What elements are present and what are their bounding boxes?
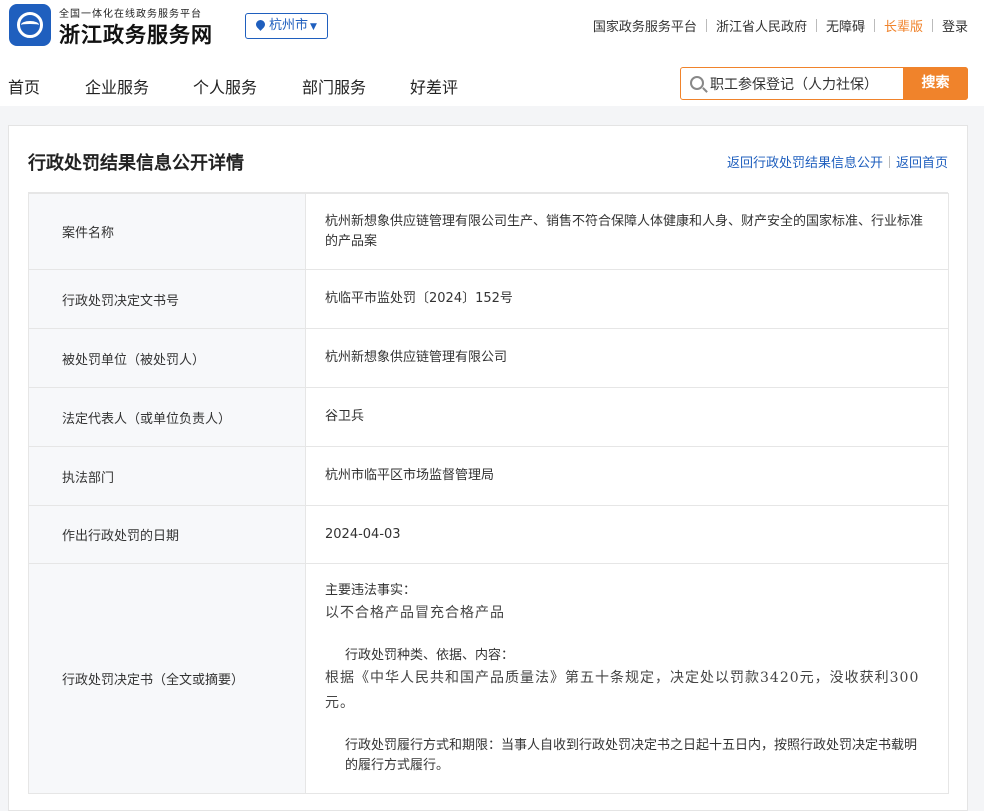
nav-home[interactable]: 首页 [8,74,40,98]
nav-enterprise-services[interactable]: 企业服务 [85,74,149,98]
nav-department-services[interactable]: 部门服务 [302,74,366,98]
row-label: 行政处罚决定文书号 [28,269,306,329]
brand-title[interactable]: 浙江政务服务网 [59,19,213,49]
penalty-info-table: 案件名称 杭州新想象供应链管理有限公司生产、销售不符合保障人体健康和人身、财产安… [28,193,949,794]
back-to-home-link[interactable]: 返回首页 [896,152,948,171]
table-row: 法定代表人（或单位负责人） 谷卫兵 [28,387,949,447]
top-header: 全国一体化在线政务服务平台 浙江政务服务网 杭州市 ▼ 国家政务服务平台 浙江省人… [0,0,984,52]
divider [888,155,890,168]
back-to-list-link[interactable]: 返回行政处罚结果信息公开 [727,152,883,171]
login-link[interactable]: 登录 [942,16,968,35]
table-row: 执法部门 杭州市临平区市场监督管理局 [28,446,949,506]
penalized-party-value: 杭州新想象供应链管理有限公司 [305,328,949,388]
divider [931,19,933,32]
row-label: 法定代表人（或单位负责人） [28,387,306,447]
row-label: 执法部门 [28,446,306,506]
facts-heading: 主要违法事实： [325,583,417,598]
site-logo-icon[interactable] [9,4,51,46]
legal-representative-value: 谷卫兵 [305,387,949,447]
back-links: 返回行政处罚结果信息公开 返回首页 [727,152,948,171]
link-elderly-version[interactable]: 长辈版 [884,16,923,35]
method-text: 行政处罚履行方式和期限：当事人自收到行政处罚决定书之日起十五日内，按照行政处罚决… [345,738,918,773]
table-row: 作出行政处罚的日期 2024-04-03 [28,505,949,564]
city-name: 杭州市 [269,18,309,33]
location-pin-icon [254,18,267,31]
case-name-value: 杭州新想象供应链管理有限公司生产、销售不符合保障人体健康和人身、财产安全的国家标… [305,193,949,270]
table-row: 被处罚单位（被处罚人） 杭州新想象供应链管理有限公司 [28,328,949,388]
top-links: 国家政务服务平台 浙江省人民政府 无障碍 长辈版 登录 [593,16,968,35]
basis-text: 根据《中华人民共和国产品质量法》第五十条规定，决定处以罚款3420元，没收获利3… [325,670,920,711]
table-row: 行政处罚决定书（全文或摘要） 主要违法事实： 以不合格产品冒充合格产品 行政处罚… [28,563,949,794]
link-accessibility[interactable]: 无障碍 [826,16,865,35]
caret-down-icon: ▼ [310,22,317,32]
search-button[interactable]: 搜索 [903,67,968,100]
enforcement-department-value: 杭州市临平区市场监督管理局 [305,446,949,506]
divider [705,19,707,32]
page-title: 行政处罚结果信息公开详情 [28,153,244,174]
link-national-platform[interactable]: 国家政务服务平台 [593,16,697,35]
nav-personal-services[interactable]: 个人服务 [193,74,257,98]
penalty-date-value: 2024-04-03 [305,505,949,564]
table-row: 案件名称 杭州新想象供应链管理有限公司生产、销售不符合保障人体健康和人身、财产安… [28,193,949,270]
city-selector[interactable]: 杭州市 ▼ [245,13,328,39]
row-label: 行政处罚决定书（全文或摘要） [28,563,306,794]
detail-panel: 行政处罚结果信息公开详情 返回行政处罚结果信息公开 返回首页 案件名称 杭州新想… [8,125,968,811]
brand-subtitle: 全国一体化在线政务服务平台 [59,9,202,20]
basis-heading: 行政处罚种类、依据、内容： [345,648,515,663]
row-label: 被处罚单位（被处罚人） [28,328,306,388]
search-input[interactable] [710,68,902,99]
link-provincial-government[interactable]: 浙江省人民政府 [716,16,807,35]
table-row: 行政处罚决定文书号 杭临平市监处罚〔2024〕152号 [28,269,949,329]
search-box: 搜索 [680,67,968,100]
divider [873,19,875,32]
divider [815,19,817,32]
decision-summary: 主要违法事实： 以不合格产品冒充合格产品 行政处罚种类、依据、内容： 根据《中华… [305,563,949,794]
facts-text: 以不合格产品冒充合格产品 [325,605,505,621]
search-icon [690,76,704,90]
row-label: 案件名称 [28,193,306,270]
nav-good-bad-review[interactable]: 好差评 [410,74,458,98]
document-number-value: 杭临平市监处罚〔2024〕152号 [305,269,949,329]
row-label: 作出行政处罚的日期 [28,505,306,564]
